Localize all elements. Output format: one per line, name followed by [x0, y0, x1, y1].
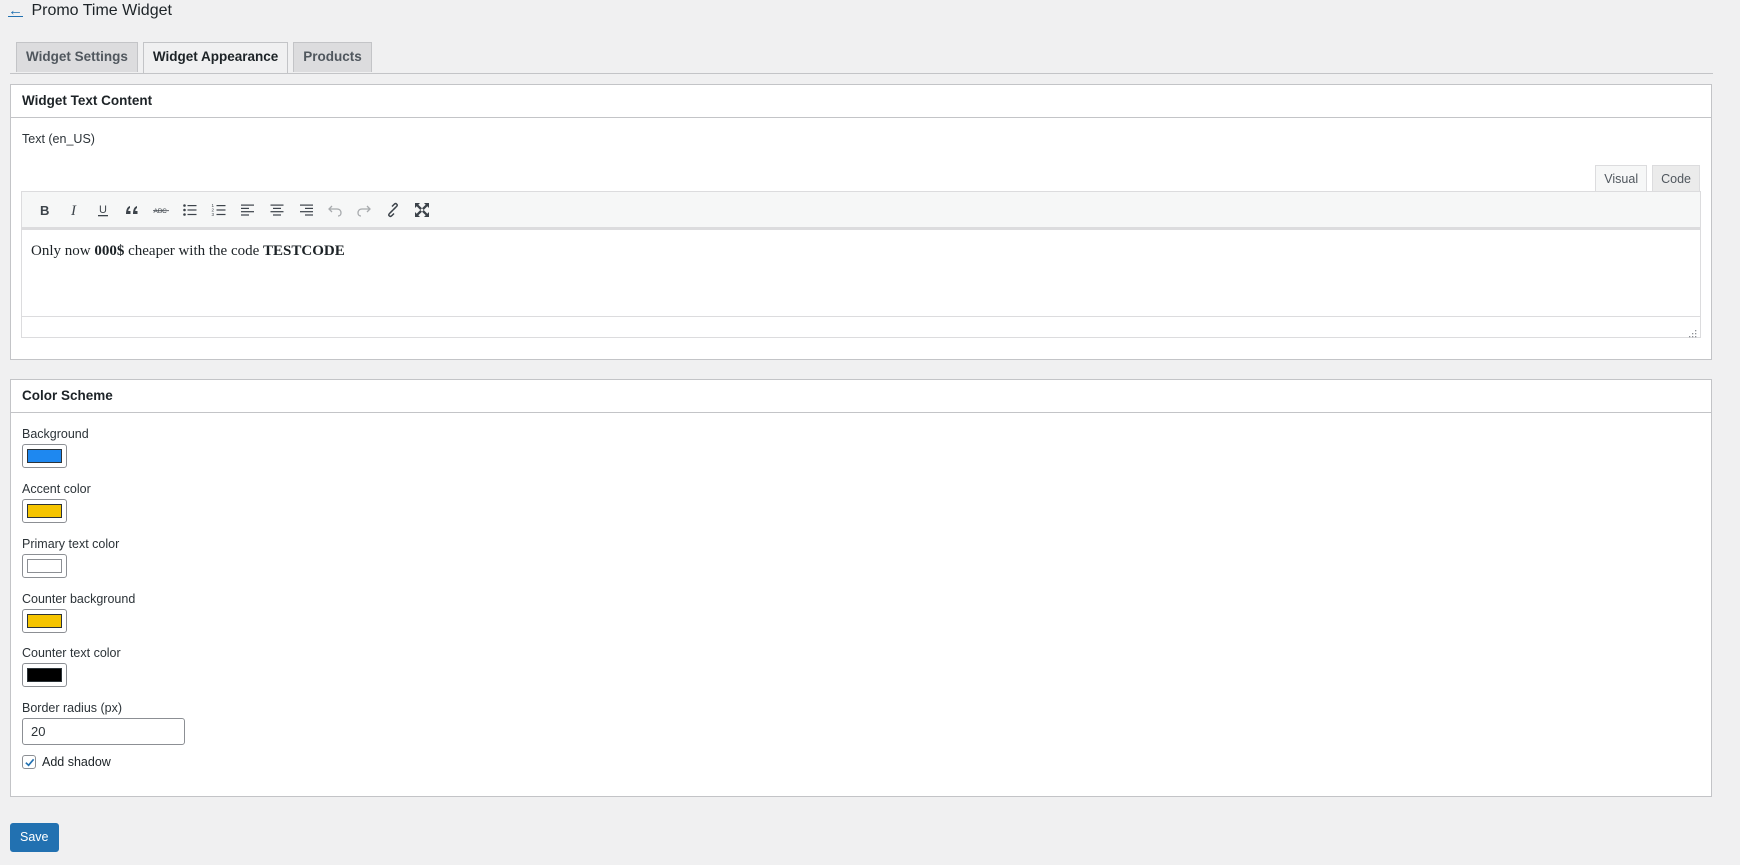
accent-color-picker[interactable] — [22, 499, 67, 523]
border-radius-input[interactable]: 20 — [22, 718, 185, 745]
link-icon[interactable] — [378, 197, 407, 223]
svg-text:I: I — [70, 203, 77, 218]
accent-color-label: Accent color — [22, 482, 91, 496]
svg-text:3: 3 — [211, 212, 214, 217]
primary-text-color-label: Primary text color — [22, 537, 120, 551]
add-shadow-label: Add shadow — [42, 755, 111, 769]
align-center-icon[interactable] — [262, 197, 291, 223]
code-tab[interactable]: Code — [1652, 165, 1700, 191]
text-editor[interactable]: Only now 000$ cheaper with the code TEST… — [21, 228, 1701, 317]
color-swatch — [27, 559, 62, 573]
editor-mode-tabs: Visual Code — [1595, 165, 1700, 191]
nav-tabs: Widget Settings Widget Appearance Produc… — [16, 42, 372, 74]
editor-toolbar: B I U ABC 123 — [21, 191, 1701, 228]
tabs-divider — [10, 73, 1713, 74]
primary-text-color-picker[interactable] — [22, 554, 67, 578]
svg-text:U: U — [99, 204, 107, 216]
bold-icon[interactable]: B — [30, 197, 59, 223]
back-link[interactable]: ← — [8, 2, 23, 19]
bullet-list-icon[interactable] — [175, 197, 204, 223]
counter-text-color-picker[interactable] — [22, 663, 67, 687]
border-radius-label: Border radius (px) — [22, 701, 123, 715]
redo-icon[interactable] — [349, 197, 378, 223]
save-button[interactable]: Save — [10, 823, 59, 852]
tab-widget-appearance[interactable]: Widget Appearance — [142, 42, 289, 74]
strikethrough-icon[interactable]: ABC — [146, 197, 175, 223]
color-swatch — [27, 504, 62, 518]
content-code: TESTCODE — [263, 243, 345, 259]
italic-icon[interactable]: I — [59, 197, 88, 223]
visual-tab[interactable]: Visual — [1595, 165, 1648, 191]
counter-background-label: Counter background — [22, 592, 136, 606]
content-amount: 000$ — [94, 243, 125, 259]
color-swatch — [27, 449, 62, 463]
checkmark-icon — [24, 758, 34, 766]
blockquote-icon[interactable] — [117, 197, 146, 223]
resize-handle-icon[interactable] — [1689, 326, 1697, 338]
content-text: cheaper with the code — [124, 243, 264, 259]
tab-widget-settings[interactable]: Widget Settings — [16, 42, 138, 72]
add-shadow-row: Add shadow — [22, 755, 111, 769]
background-color-picker[interactable] — [22, 444, 67, 468]
tab-products[interactable]: Products — [293, 42, 372, 72]
align-left-icon[interactable] — [233, 197, 262, 223]
page-title: ← Promo Time Widget — [8, 2, 172, 20]
fullscreen-icon[interactable] — [407, 197, 436, 223]
content-text: Only now — [31, 243, 95, 259]
panel-title: Widget Text Content — [11, 85, 1711, 118]
background-label: Background — [22, 427, 89, 441]
underline-icon[interactable]: U — [88, 197, 117, 223]
editor-statusbar — [21, 317, 1701, 338]
svg-text:ABC: ABC — [153, 208, 167, 215]
color-swatch — [27, 668, 62, 682]
svg-text:B: B — [40, 203, 49, 218]
page-title-text: Promo Time Widget — [31, 2, 172, 19]
counter-text-color-label: Counter text color — [22, 646, 121, 660]
text-field-label: Text (en_US) — [22, 132, 95, 146]
color-swatch — [27, 614, 62, 628]
add-shadow-checkbox[interactable] — [22, 755, 36, 769]
numbered-list-icon[interactable]: 123 — [204, 197, 233, 223]
color-scheme-panel: Color Scheme Background Accent color Pri… — [10, 379, 1712, 797]
align-right-icon[interactable] — [291, 197, 320, 223]
text-content-panel: Widget Text Content Text (en_US) Visual … — [10, 84, 1712, 360]
panel-title: Color Scheme — [11, 380, 1711, 413]
counter-background-picker[interactable] — [22, 609, 67, 633]
undo-icon[interactable] — [320, 197, 349, 223]
